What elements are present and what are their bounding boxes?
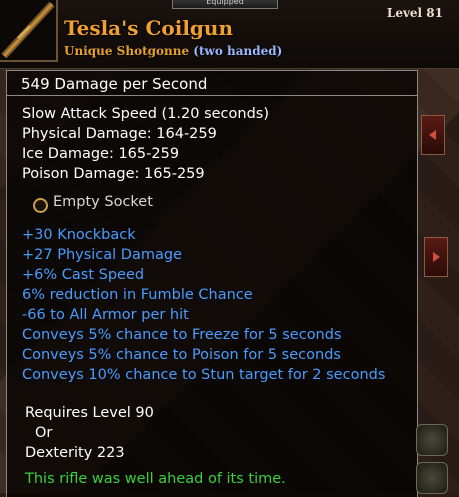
item-level: Level 81 [386, 6, 443, 20]
dps-row: 549 Damage per Second [7, 71, 417, 96]
requirement-or: Or [35, 425, 53, 441]
socket-icon [33, 198, 48, 213]
dps-value: 549 Damage per Second [21, 75, 208, 93]
item-handedness: (two handed) [193, 44, 283, 58]
scroll-right-icon[interactable] [424, 237, 448, 277]
magic-stat: -66 to All Armor per hit [22, 307, 189, 323]
shotgonne-icon [0, 0, 58, 62]
scroll-left-icon[interactable] [421, 115, 445, 155]
item-subtitle: Unique Shotgonne (two handed) [64, 44, 282, 58]
stat-poison-damage: Poison Damage: 165-259 [22, 166, 205, 182]
helmet-icon[interactable] [416, 424, 448, 456]
magic-stat: Conveys 5% chance to Poison for 5 second… [22, 347, 341, 363]
stat-ice-damage: Ice Damage: 165-259 [22, 146, 180, 162]
requirement-dexterity: Dexterity 223 [25, 445, 125, 461]
tooltip-panel: 549 Damage per Second Slow Attack Speed … [6, 70, 418, 497]
inventory-slot-icon[interactable] [416, 462, 448, 494]
stat-attack-speed: Slow Attack Speed (1.20 seconds) [22, 106, 270, 122]
magic-stat: Conveys 10% chance to Stun target for 2 … [22, 367, 386, 383]
tooltip-header: Equipped Tesla's Coilgun Unique Shotgonn… [0, 0, 459, 69]
stat-physical-damage: Physical Damage: 164-259 [22, 126, 217, 142]
socket-label: Empty Socket [53, 194, 153, 210]
magic-stat: +27 Physical Damage [22, 247, 182, 263]
magic-stat: Conveys 5% chance to Freeze for 5 second… [22, 327, 342, 343]
flavor-text: This rifle was well ahead of its time. [25, 471, 286, 487]
magic-stat: +6% Cast Speed [22, 267, 145, 283]
requirement-level: Requires Level 90 [25, 405, 154, 421]
item-type: Unique Shotgonne [64, 44, 190, 58]
equipped-tab: Equipped [172, 0, 278, 9]
magic-stat: 6% reduction in Fumble Chance [22, 287, 253, 303]
magic-stat: +30 Knockback [22, 227, 136, 243]
item-title: Tesla's Coilgun [64, 16, 233, 40]
